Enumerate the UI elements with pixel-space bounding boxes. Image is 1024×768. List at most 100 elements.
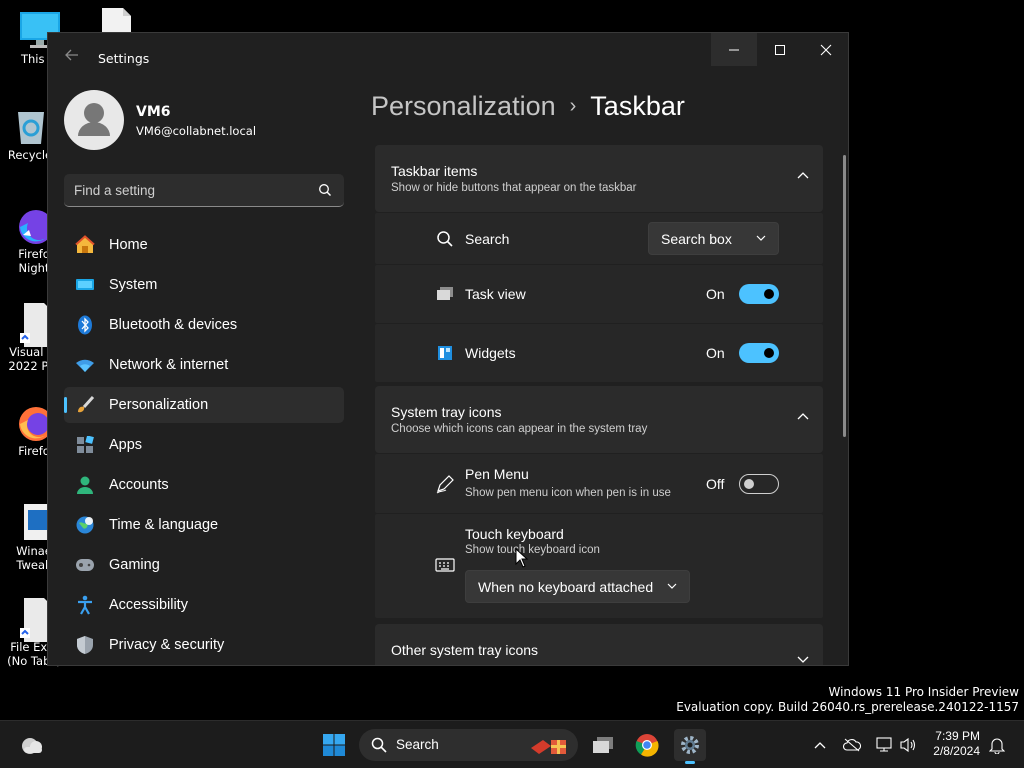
search-icon [371, 737, 387, 753]
task-view-icon [435, 284, 455, 304]
sidebar-item-label: Gaming [109, 557, 160, 573]
sidebar-item-personalization[interactable]: Personalization [64, 387, 344, 423]
search-icon[interactable] [318, 183, 332, 197]
sidebar-item-gaming[interactable]: Gaming [64, 547, 344, 583]
section-system-tray-icons-header[interactable]: System tray icons Choose which icons can… [375, 386, 823, 453]
setting-label: Search [465, 231, 510, 247]
accounts-icon [75, 475, 95, 495]
title-bar[interactable]: Settings [48, 33, 848, 81]
setting-label: Task view [465, 286, 526, 302]
settings-window: Settings VM6 VM6@collabnet.local Home Sy… [47, 32, 849, 666]
cloud-icon [22, 738, 42, 754]
chrome-taskbar-button[interactable] [631, 729, 663, 761]
maximize-icon [775, 44, 785, 55]
section-taskbar-items-header[interactable]: Taskbar items Show or hide buttons that … [375, 145, 823, 212]
setting-label: Widgets [465, 345, 516, 361]
watermark-line2: Evaluation copy. Build 26040.rs_prerelea… [676, 700, 1019, 714]
setting-label: Pen Menu [465, 466, 529, 482]
close-button[interactable] [803, 33, 848, 66]
gift-highlight-icon [531, 740, 566, 754]
find-setting-search[interactable] [64, 174, 344, 207]
home-icon [75, 235, 95, 255]
gear-icon [681, 736, 699, 754]
section-subtitle: Show or hide buttons that appear on the … [391, 182, 637, 194]
clock-date: 2/8/2024 [933, 744, 980, 758]
section-title: Other system tray icons [391, 642, 539, 658]
back-button[interactable] [62, 47, 82, 67]
task-view-button[interactable] [587, 729, 619, 761]
setting-description: Show touch keyboard icon [465, 544, 600, 556]
watermark: Windows 11 Pro Insider Preview Evaluatio… [676, 685, 1019, 715]
taskbar-search-label: Search [396, 737, 439, 752]
search-mode-dropdown[interactable]: Search box [648, 222, 779, 255]
clock-time: 7:39 PM [935, 729, 980, 743]
minimize-button[interactable] [711, 33, 757, 66]
sidebar-item-label: Accessibility [109, 597, 188, 613]
maximize-button[interactable] [757, 33, 803, 66]
settings-taskbar-button[interactable] [674, 729, 706, 764]
breadcrumb-parent[interactable]: Personalization [371, 91, 556, 121]
sidebar-item-time-language[interactable]: Time & language [64, 507, 344, 543]
notifications-button[interactable] [981, 729, 1013, 761]
widgets-toggle[interactable] [739, 343, 779, 363]
taskbar-search-box[interactable]: Search [359, 729, 578, 761]
network-icon [75, 355, 95, 375]
gaming-icon [75, 555, 95, 575]
system-clock[interactable]: 7:39 PM 2/8/2024 [920, 729, 980, 759]
recycle-bin-icon [10, 106, 50, 146]
touch-keyboard-dropdown[interactable]: When no keyboard attached [465, 570, 690, 603]
close-icon [820, 44, 832, 55]
chevron-down-icon [756, 235, 766, 241]
breadcrumb: Personalization › Taskbar [371, 91, 685, 122]
weather-widget-button[interactable] [16, 729, 48, 761]
page-title: Taskbar [590, 91, 685, 121]
sidebar-item-label: Accounts [109, 477, 169, 493]
sidebar-item-apps[interactable]: Apps [64, 427, 344, 463]
section-title: System tray icons [391, 404, 502, 420]
sidebar-item-label: Time & language [109, 517, 219, 533]
chevron-down-icon[interactable] [797, 656, 809, 664]
section-subtitle: Choose which icons can appear in the sys… [391, 423, 648, 435]
sidebar-item-system[interactable]: System [64, 267, 344, 303]
chevron-down-icon [667, 583, 677, 589]
toggle-state-label: On [706, 286, 725, 302]
dropdown-value: Search box [661, 231, 732, 247]
bluetooth-icon [75, 315, 95, 335]
bell-icon [989, 738, 1005, 754]
sidebar-item-privacy-security[interactable]: Privacy & security [64, 627, 344, 663]
sidebar-item-bluetooth[interactable]: Bluetooth & devices [64, 307, 344, 343]
sidebar-item-home[interactable]: Home [64, 227, 344, 263]
sidebar-item-accessibility[interactable]: Accessibility [64, 587, 344, 623]
back-arrow-icon [65, 49, 78, 61]
chevron-up-icon[interactable] [797, 171, 809, 179]
watermark-line1: Windows 11 Pro Insider Preview [828, 685, 1019, 699]
task-view-toggle[interactable] [739, 284, 779, 304]
setting-row-touch-keyboard: Touch keyboard Show touch keyboard icon … [375, 514, 823, 618]
cloud-off-icon [843, 738, 861, 752]
toggle-state-label: On [706, 345, 725, 361]
sidebar-item-network[interactable]: Network & internet [64, 347, 344, 383]
chrome-icon [635, 734, 659, 757]
accessibility-icon [75, 595, 95, 615]
system-icon [75, 275, 95, 295]
setting-row-pen-menu: Pen Menu Show pen menu icon when pen is … [375, 454, 823, 513]
file-icon [96, 8, 136, 34]
setting-row-task-view: Task view On [375, 265, 823, 323]
dropdown-value: When no keyboard attached [478, 579, 654, 595]
search-icon [435, 229, 455, 249]
sidebar-item-label: Privacy & security [109, 637, 225, 653]
content-scrollbar[interactable] [843, 155, 846, 437]
pen-menu-toggle[interactable] [739, 474, 779, 494]
show-hidden-icons-button[interactable] [804, 729, 836, 761]
section-other-tray-icons-header[interactable]: Other system tray icons [375, 624, 823, 665]
chevron-up-icon[interactable] [797, 412, 809, 420]
time-language-icon [75, 515, 95, 535]
window-title: Settings [98, 51, 150, 66]
personalization-brush-icon [75, 395, 95, 415]
start-button[interactable] [318, 729, 350, 761]
cloud-sync-button[interactable] [836, 729, 868, 761]
section-title: Taskbar items [391, 163, 478, 179]
search-input[interactable] [74, 174, 314, 206]
setting-row-widgets: Widgets On [375, 324, 823, 382]
sidebar-item-accounts[interactable]: Accounts [64, 467, 344, 503]
